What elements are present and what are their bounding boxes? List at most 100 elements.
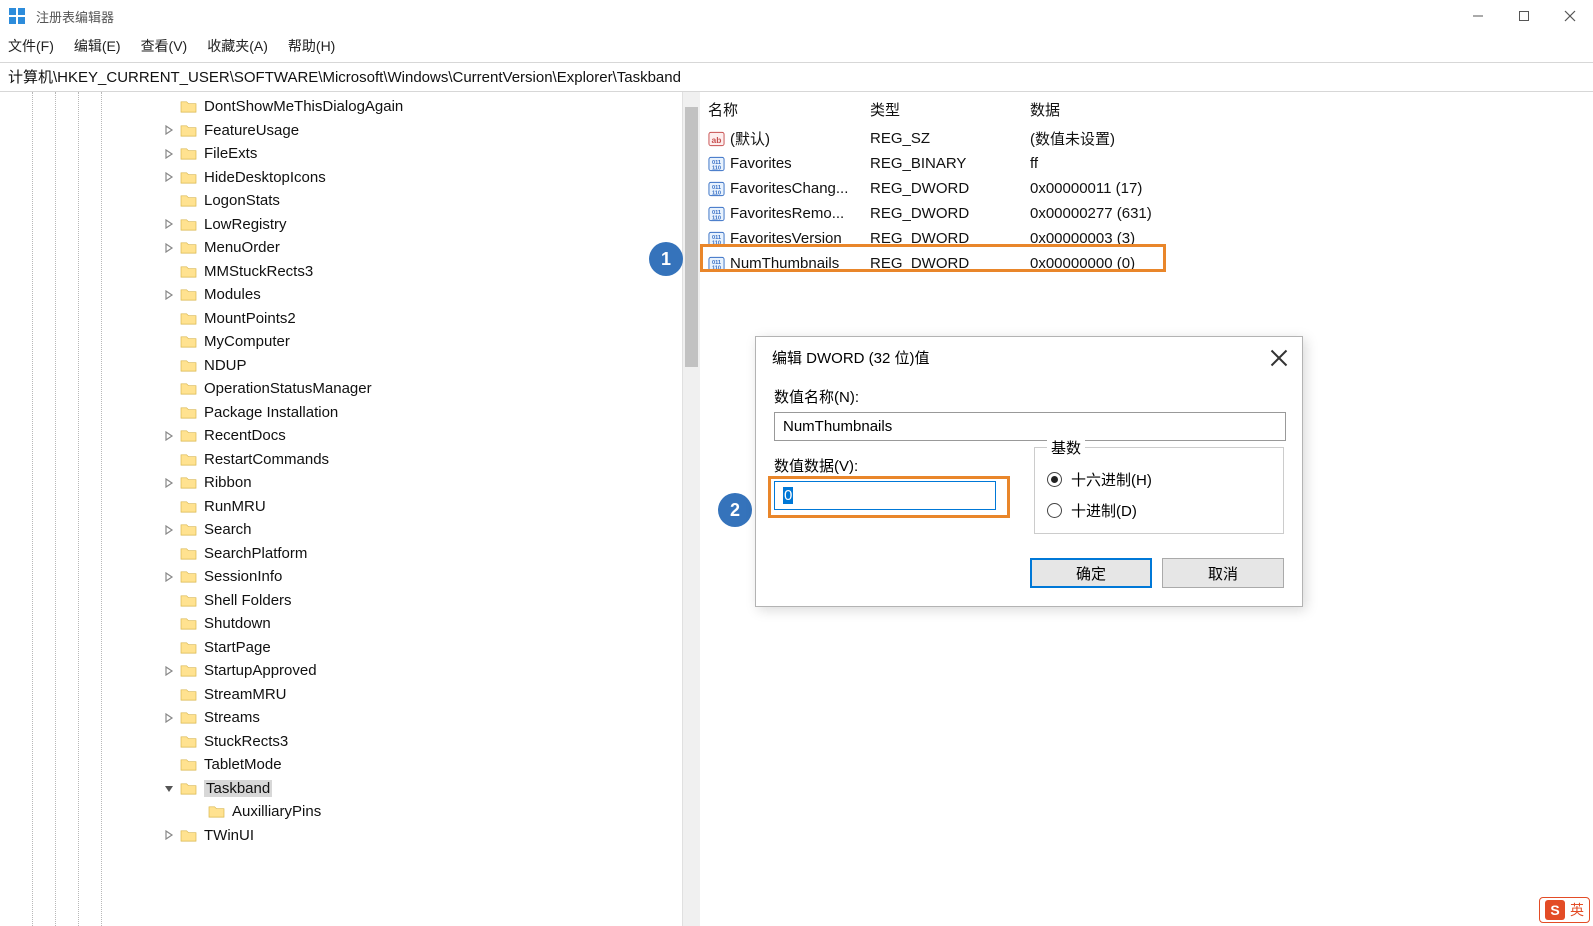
tree-item[interactable]: RecentDocs: [0, 424, 682, 448]
tree-item[interactable]: HideDesktopIcons: [0, 166, 682, 190]
list-header[interactable]: 名称 类型 数据: [706, 97, 1593, 122]
tree-item[interactable]: Shell Folders: [0, 589, 682, 613]
chevron-right-icon[interactable]: [160, 169, 177, 186]
list-view[interactable]: (默认)REG_SZ(数值未设置)FavoritesREG_BINARYffFa…: [706, 126, 1593, 276]
tree-item[interactable]: DontShowMeThisDialogAgain: [0, 95, 682, 119]
address-bar[interactable]: 计算机\HKEY_CURRENT_USER\SOFTWARE\Microsoft…: [0, 62, 1593, 92]
list-row[interactable]: (默认)REG_SZ(数值未设置): [706, 126, 1593, 151]
folder-icon: [180, 428, 197, 443]
folder-icon: [180, 193, 197, 208]
tree-item[interactable]: Ribbon: [0, 471, 682, 495]
tree-item[interactable]: Package Installation: [0, 401, 682, 425]
menu-view[interactable]: 查看(V): [141, 36, 188, 56]
tree-item[interactable]: AuxilliaryPins: [0, 800, 682, 824]
menu-edit[interactable]: 编辑(E): [74, 36, 121, 56]
menu-favorites[interactable]: 收藏夹(A): [207, 36, 268, 56]
tree-item[interactable]: StartPage: [0, 636, 682, 660]
value-type: REG_DWORD: [870, 255, 1030, 272]
list-row[interactable]: FavoritesVersionREG_DWORD0x00000003 (3): [706, 226, 1593, 251]
tree-item[interactable]: MMStuckRects3: [0, 260, 682, 284]
chevron-right-icon[interactable]: [160, 122, 177, 139]
folder-icon: [180, 334, 197, 349]
menu-file[interactable]: 文件(F): [8, 36, 54, 56]
folder-icon: [180, 475, 197, 490]
maximize-button[interactable]: [1501, 0, 1547, 32]
chevron-right-icon[interactable]: [160, 145, 177, 162]
tree-item[interactable]: RestartCommands: [0, 448, 682, 472]
tree-item[interactable]: FeatureUsage: [0, 119, 682, 143]
tree-item[interactable]: OperationStatusManager: [0, 377, 682, 401]
tree-item[interactable]: Search: [0, 518, 682, 542]
close-button[interactable]: [1547, 0, 1593, 32]
tree-item[interactable]: SessionInfo: [0, 565, 682, 589]
value-name-field[interactable]: NumThumbnails: [774, 412, 1286, 441]
tree-item[interactable]: MenuOrder: [0, 236, 682, 260]
tree-item[interactable]: FileExts: [0, 142, 682, 166]
tree-item[interactable]: RunMRU: [0, 495, 682, 519]
chevron-right-icon[interactable]: [160, 568, 177, 585]
tree-item[interactable]: MyComputer: [0, 330, 682, 354]
tree-spacer: [160, 98, 177, 115]
tree-item[interactable]: Modules: [0, 283, 682, 307]
cancel-button[interactable]: 取消: [1162, 558, 1284, 588]
tree-item[interactable]: LowRegistry: [0, 213, 682, 237]
tree-item[interactable]: StreamMRU: [0, 683, 682, 707]
radio-decimal[interactable]: 十进制(D): [1047, 500, 1271, 521]
reg-binary-icon: [708, 255, 725, 273]
tree-item[interactable]: LogonStats: [0, 189, 682, 213]
tree-item[interactable]: Taskband: [0, 777, 682, 801]
tree-spacer: [160, 733, 177, 750]
list-row[interactable]: FavoritesChang...REG_DWORD0x00000011 (17…: [706, 176, 1593, 201]
tree-item-label: RunMRU: [204, 498, 266, 515]
tree-item[interactable]: NDUP: [0, 354, 682, 378]
chevron-right-icon[interactable]: [160, 827, 177, 844]
tree-item[interactable]: TabletMode: [0, 753, 682, 777]
reg-string-icon: [708, 130, 725, 148]
chevron-right-icon[interactable]: [160, 427, 177, 444]
tree-item[interactable]: StuckRects3: [0, 730, 682, 754]
tree-item-label: Search: [204, 521, 252, 538]
ok-button[interactable]: 确定: [1030, 558, 1152, 588]
ime-lang: 英: [1570, 900, 1584, 920]
tree-view[interactable]: DontShowMeThisDialogAgainFeatureUsageFil…: [0, 92, 682, 926]
list-row[interactable]: FavoritesREG_BINARYff: [706, 151, 1593, 176]
tree-item[interactable]: Streams: [0, 706, 682, 730]
folder-icon: [180, 381, 197, 396]
list-row[interactable]: FavoritesRemo...REG_DWORD0x00000277 (631…: [706, 201, 1593, 226]
chevron-right-icon[interactable]: [160, 709, 177, 726]
tree-item-label: MountPoints2: [204, 310, 296, 327]
menu-help[interactable]: 帮助(H): [288, 36, 335, 56]
chevron-down-icon[interactable]: [160, 780, 177, 797]
edit-dword-dialog: 编辑 DWORD (32 位)值 数值名称(N): NumThumbnails …: [755, 336, 1303, 607]
folder-icon: [180, 640, 197, 655]
tree-item-label: Modules: [204, 286, 261, 303]
scroll-thumb[interactable]: [685, 107, 698, 367]
tree-item-label: TabletMode: [204, 756, 282, 773]
col-header-data[interactable]: 数据: [1030, 97, 1593, 122]
tree-item[interactable]: TWinUI: [0, 824, 682, 848]
chevron-right-icon[interactable]: [160, 662, 177, 679]
dialog-close-button[interactable]: [1270, 349, 1288, 367]
chevron-right-icon[interactable]: [160, 239, 177, 256]
chevron-right-icon[interactable]: [160, 474, 177, 491]
col-header-type[interactable]: 类型: [870, 97, 1030, 122]
tree-item[interactable]: MountPoints2: [0, 307, 682, 331]
tree-item-label: OperationStatusManager: [204, 380, 372, 397]
radio-hexadecimal[interactable]: 十六进制(H): [1047, 469, 1271, 490]
dialog-titlebar[interactable]: 编辑 DWORD (32 位)值: [756, 337, 1302, 378]
chevron-right-icon[interactable]: [160, 521, 177, 538]
tree-scrollbar[interactable]: [682, 92, 700, 926]
col-header-name[interactable]: 名称: [708, 97, 870, 122]
value-type: REG_DWORD: [870, 205, 1030, 222]
base-radio-group: 基数 十六进制(H) 十进制(D): [1034, 447, 1284, 534]
tree-item[interactable]: Shutdown: [0, 612, 682, 636]
list-row[interactable]: NumThumbnailsREG_DWORD0x00000000 (0): [706, 251, 1593, 276]
value-data-field[interactable]: 0: [774, 481, 996, 510]
tree-item[interactable]: SearchPlatform: [0, 542, 682, 566]
ime-indicator[interactable]: S 英: [1539, 897, 1590, 923]
chevron-right-icon[interactable]: [160, 286, 177, 303]
chevron-right-icon[interactable]: [160, 216, 177, 233]
minimize-button[interactable]: [1455, 0, 1501, 32]
window-title: 注册表编辑器: [36, 7, 114, 26]
tree-item[interactable]: StartupApproved: [0, 659, 682, 683]
